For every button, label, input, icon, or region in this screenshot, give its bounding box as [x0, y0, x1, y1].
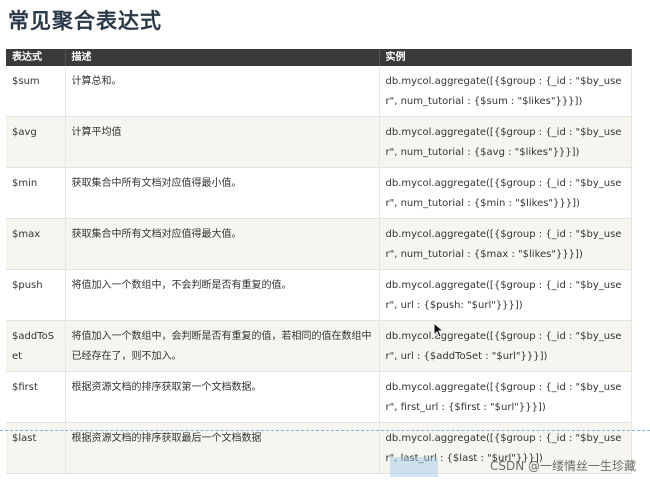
expression-cell: $sum: [6, 66, 66, 117]
description-cell: 计算总和。: [65, 66, 380, 117]
header-example: 实例: [379, 49, 632, 66]
table-row: $sum 计算总和。 db.mycol.aggregate([{$group :…: [6, 66, 632, 117]
expression-cell: $avg: [6, 116, 66, 168]
expression-cell: $min: [6, 167, 66, 219]
table-row: $min 获取集合中所有文档对应值得最小值。 db.mycol.aggregat…: [6, 167, 632, 219]
header-expression: 表达式: [6, 49, 66, 66]
expression-cell: $first: [6, 371, 66, 423]
table-row: $addToSet 将值加入一个数组中，会判断是否有重复的值，若相同的值在数组中…: [6, 320, 632, 372]
example-cell: db.mycol.aggregate([{$group : {_id : "$b…: [379, 218, 632, 270]
expression-cell: $push: [6, 269, 66, 321]
description-cell: 将值加入一个数组中，不会判断是否有重复的值。: [65, 269, 380, 321]
page-title: 常见聚合表达式: [8, 9, 162, 33]
expression-cell: $max: [6, 218, 66, 270]
example-cell: db.mycol.aggregate([{$group : {_id : "$b…: [379, 116, 632, 168]
example-cell: db.mycol.aggregate([{$group : {_id : "$b…: [379, 269, 632, 321]
table-row: $max 获取集合中所有文档对应值得最大值。 db.mycol.aggregat…: [6, 218, 632, 270]
csdn-watermark: CSDN @一缕情丝一生珍藏: [489, 459, 636, 473]
example-cell: db.mycol.aggregate([{$group : {_id : "$b…: [379, 371, 632, 423]
description-cell: 获取集合中所有文档对应值得最大值。: [65, 218, 380, 270]
table-row: $avg 计算平均值 db.mycol.aggregate([{$group :…: [6, 116, 632, 168]
description-cell: 获取集合中所有文档对应值得最小值。: [65, 167, 380, 219]
example-cell: db.mycol.aggregate([{$group : {_id : "$b…: [379, 66, 632, 117]
aggregation-expressions-table: 表达式 描述 实例 $sum 计算总和。 db.mycol.aggregate(…: [6, 49, 632, 474]
table-row: $first 根据资源文档的排序获取第一个文档数据。 db.mycol.aggr…: [6, 371, 632, 423]
mouse-pointer-icon: [433, 322, 445, 338]
description-cell: 计算平均值: [65, 116, 380, 168]
example-cell: db.mycol.aggregate([{$group : {_id : "$b…: [379, 320, 632, 372]
selection-highlight: [390, 457, 438, 477]
alignment-guide-line: [0, 430, 650, 431]
table-header-row: 表达式 描述 实例: [6, 49, 632, 66]
description-cell: 根据资源文档的排序获取第一个文档数据。: [65, 371, 380, 423]
header-description: 描述: [65, 49, 380, 66]
example-cell: db.mycol.aggregate([{$group : {_id : "$b…: [379, 167, 632, 219]
table-row: $push 将值加入一个数组中，不会判断是否有重复的值。 db.mycol.ag…: [6, 269, 632, 321]
expression-cell: $addToSet: [6, 320, 66, 372]
description-cell: 将值加入一个数组中，会判断是否有重复的值，若相同的值在数组中已经存在了，则不加入…: [65, 320, 380, 372]
